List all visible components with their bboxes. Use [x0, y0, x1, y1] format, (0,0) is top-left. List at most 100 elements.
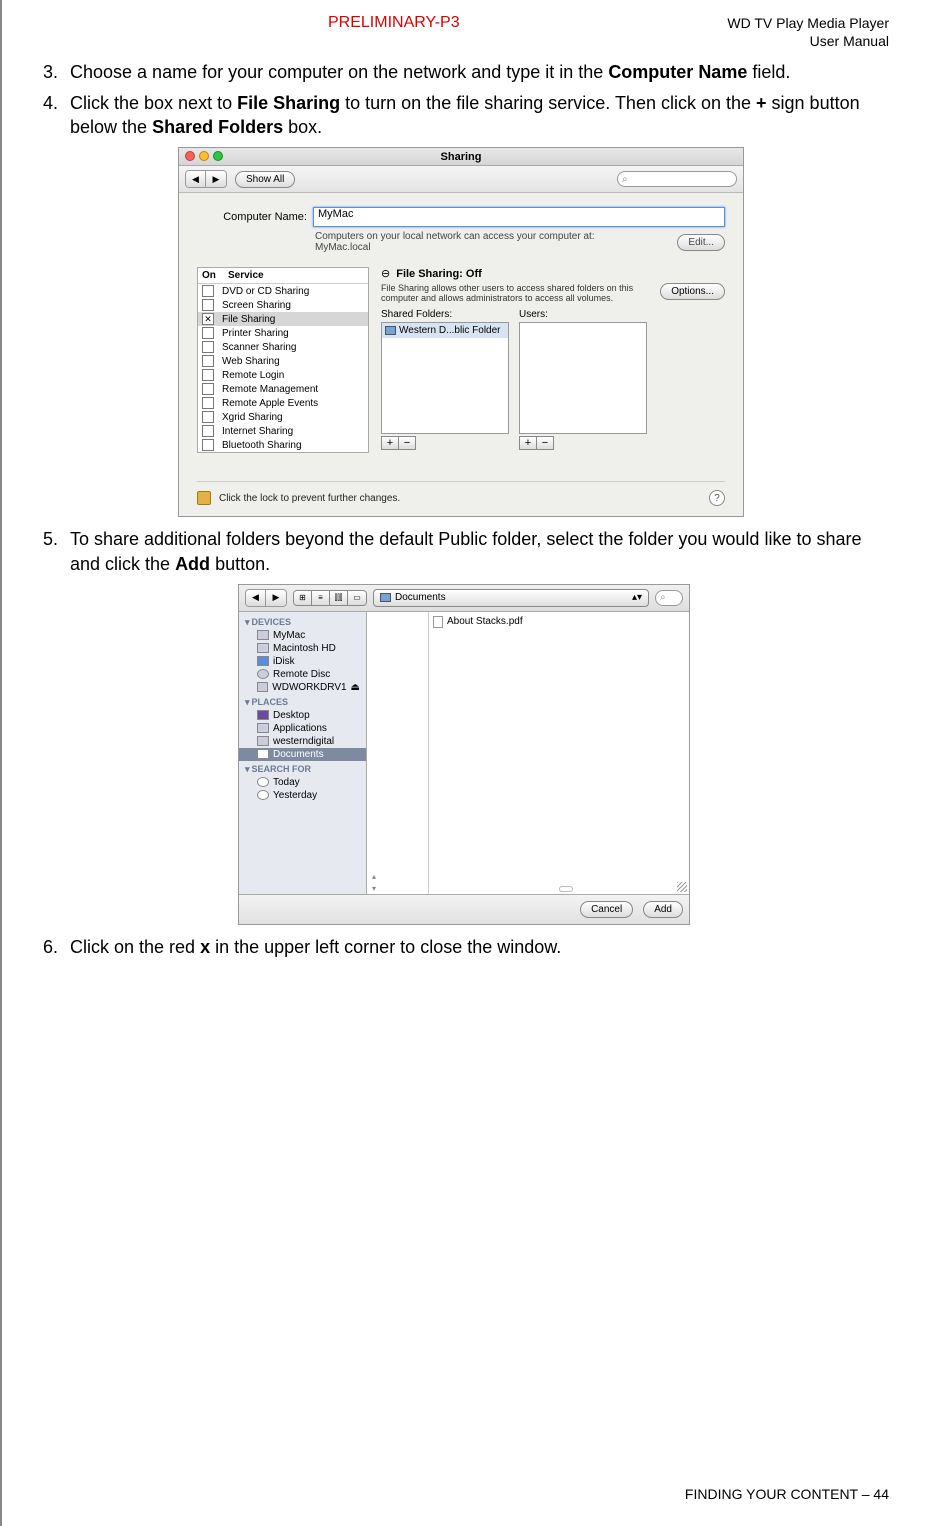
checkbox[interactable]: ✕ — [202, 313, 214, 325]
scroll-up-icon[interactable]: ▴ — [367, 872, 381, 882]
t: Shared Folders — [152, 117, 283, 137]
doc-title-line1: WD TV Play Media Player — [727, 14, 889, 32]
checkbox[interactable] — [202, 327, 214, 339]
t: SEARCH FOR — [252, 764, 312, 774]
scroll-down-icon[interactable]: ▾ — [367, 884, 381, 894]
service-row[interactable]: ✕ File Sharing — [198, 312, 368, 326]
window-title: Sharing — [441, 151, 482, 163]
remove-user-button[interactable]: − — [536, 436, 554, 450]
service-row[interactable]: Bluetooth Sharing — [198, 438, 368, 452]
checkbox[interactable] — [202, 285, 214, 297]
view-switcher: ⊞ ≡ ⫿⫿⫿ ▭ — [293, 590, 367, 606]
service-row[interactable]: Remote Login — [198, 368, 368, 382]
shared-folders-list[interactable]: Western D...blic Folder — [381, 322, 509, 434]
sidebar-item[interactable]: Remote Disc — [239, 668, 366, 681]
add-user-button[interactable]: + — [519, 436, 537, 450]
checkbox[interactable] — [202, 341, 214, 353]
checkbox[interactable] — [202, 397, 214, 409]
options-button[interactable]: Options... — [660, 283, 725, 300]
t: Documents — [273, 749, 324, 760]
users-list[interactable] — [519, 322, 647, 434]
t: File Sharing — [237, 93, 340, 113]
close-icon[interactable] — [185, 151, 195, 161]
t: to turn on the file sharing service. The… — [340, 93, 756, 113]
minimize-icon[interactable] — [199, 151, 209, 161]
doc-title: WD TV Play Media Player User Manual — [727, 14, 889, 50]
checkbox[interactable] — [202, 369, 214, 381]
step-text: To share additional folders beyond the d… — [70, 527, 889, 576]
sidebar-item[interactable]: Today — [239, 776, 366, 789]
search-input[interactable]: ⌕ — [655, 590, 683, 606]
checkbox[interactable] — [202, 425, 214, 437]
sidebar-item[interactable]: Yesterday — [239, 789, 366, 802]
coverflow-view-button[interactable]: ▭ — [348, 591, 366, 605]
disclosure-icon[interactable]: ▾ — [245, 617, 250, 628]
service-row[interactable]: Xgrid Sharing — [198, 410, 368, 424]
forward-button[interactable]: ▶ — [206, 171, 226, 187]
add-folder-button[interactable]: + — [381, 436, 399, 450]
search-input[interactable]: ⌕ — [617, 171, 737, 187]
checkbox[interactable] — [202, 355, 214, 367]
services-list: On Service DVD or CD Sharing Screen Shar… — [197, 267, 369, 453]
service-row[interactable]: Remote Apple Events — [198, 396, 368, 410]
zoom-icon[interactable] — [213, 151, 223, 161]
service-row[interactable]: Internet Sharing — [198, 424, 368, 438]
column-handle-icon[interactable] — [559, 886, 573, 892]
checkbox[interactable] — [202, 411, 214, 423]
dialog-buttons: Cancel Add — [239, 894, 689, 924]
sidebar-item[interactable]: iDisk — [239, 655, 366, 668]
service-row[interactable]: Screen Sharing — [198, 298, 368, 312]
list-item[interactable]: Western D...blic Folder — [382, 323, 508, 338]
service-row[interactable]: Remote Management — [198, 382, 368, 396]
sidebar-item[interactable]: Applications — [239, 722, 366, 735]
t: MyMac.local — [315, 242, 371, 253]
disclosure-icon[interactable]: ▾ — [245, 764, 250, 775]
clock-icon — [257, 790, 269, 800]
service-label: DVD or CD Sharing — [222, 286, 309, 297]
show-all-button[interactable]: Show All — [235, 171, 295, 188]
sidebar-item-documents[interactable]: Documents — [239, 748, 366, 761]
service-row[interactable]: Web Sharing — [198, 354, 368, 368]
cancel-button[interactable]: Cancel — [580, 901, 633, 918]
add-button[interactable]: Add — [643, 901, 683, 918]
forward-button[interactable]: ▶ — [266, 590, 286, 606]
service-label: Remote Management — [222, 384, 318, 395]
service-label: Remote Apple Events — [222, 398, 318, 409]
path-dropdown[interactable]: Documents ▴▾ — [373, 589, 649, 607]
computer-name-input[interactable]: MyMac — [313, 207, 725, 227]
sidebar-item[interactable]: westerndigital — [239, 735, 366, 748]
edit-button[interactable]: Edit... — [677, 234, 725, 251]
t: Applications — [273, 723, 327, 734]
column-view-button[interactable]: ⫿⫿⫿ — [330, 591, 348, 605]
checkbox[interactable] — [202, 299, 214, 311]
checkbox[interactable] — [202, 439, 214, 451]
service-row[interactable]: Scanner Sharing — [198, 340, 368, 354]
list-item[interactable]: About Stacks.pdf — [433, 616, 685, 628]
sidebar-section-search: ▾SEARCH FOR — [239, 761, 366, 776]
back-button[interactable]: ◀ — [246, 590, 266, 606]
back-button[interactable]: ◀ — [186, 171, 206, 187]
eject-icon[interactable]: ⏏ — [351, 682, 360, 693]
users-label: Users: — [519, 309, 647, 320]
service-row[interactable]: Printer Sharing — [198, 326, 368, 340]
clock-icon — [257, 777, 269, 787]
file-column: ▴ ▾ — [367, 612, 429, 894]
computer-icon — [257, 630, 269, 640]
dropdown-arrows-icon: ▴▾ — [632, 592, 642, 603]
sidebar-item[interactable]: Macintosh HD — [239, 642, 366, 655]
resize-handle-icon[interactable] — [677, 882, 687, 892]
list-view-button[interactable]: ≡ — [312, 591, 330, 605]
service-label: File Sharing — [222, 314, 275, 325]
file-sharing-status: File Sharing: Off — [396, 268, 482, 280]
service-row[interactable]: DVD or CD Sharing — [198, 284, 368, 298]
step-3: 3. Choose a name for your computer on th… — [38, 60, 889, 84]
icon-view-button[interactable]: ⊞ — [294, 591, 312, 605]
disclosure-icon[interactable]: ▾ — [245, 697, 250, 708]
sidebar-item[interactable]: MyMac — [239, 629, 366, 642]
checkbox[interactable] — [202, 383, 214, 395]
remove-folder-button[interactable]: − — [398, 436, 416, 450]
sidebar-item[interactable]: WDWORKDRV1 ⏏ — [239, 681, 366, 694]
sidebar-item[interactable]: Desktop — [239, 709, 366, 722]
lock-icon[interactable] — [197, 491, 211, 505]
help-icon[interactable]: ? — [709, 490, 725, 506]
